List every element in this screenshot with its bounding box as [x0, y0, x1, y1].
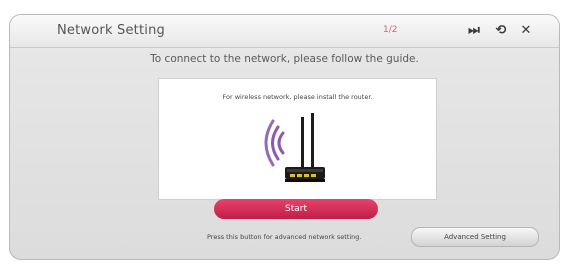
title-bar: Network Setting 1/2 ⏭ ⟲ ✕ — [10, 15, 559, 48]
info-panel: For wireless network, please install the… — [158, 78, 437, 200]
advanced-setting-button[interactable]: Advanced Setting — [411, 227, 539, 247]
skip-forward-icon[interactable]: ⏭ — [465, 22, 483, 40]
window-title: Network Setting — [57, 23, 165, 38]
instruction-text: To connect to the network, please follow… — [150, 53, 419, 65]
advanced-hint-text: Press this button for advanced network s… — [207, 233, 362, 241]
start-button[interactable]: Start — [214, 199, 378, 219]
panel-text: For wireless network, please install the… — [222, 93, 373, 101]
back-icon[interactable]: ⟲ — [492, 22, 510, 40]
close-icon[interactable]: ✕ — [517, 22, 535, 40]
page-indicator: 1/2 — [383, 25, 398, 35]
network-setting-dialog: Network Setting 1/2 ⏭ ⟲ ✕ To connect to … — [9, 14, 560, 260]
wireless-router-icon — [264, 113, 325, 182]
